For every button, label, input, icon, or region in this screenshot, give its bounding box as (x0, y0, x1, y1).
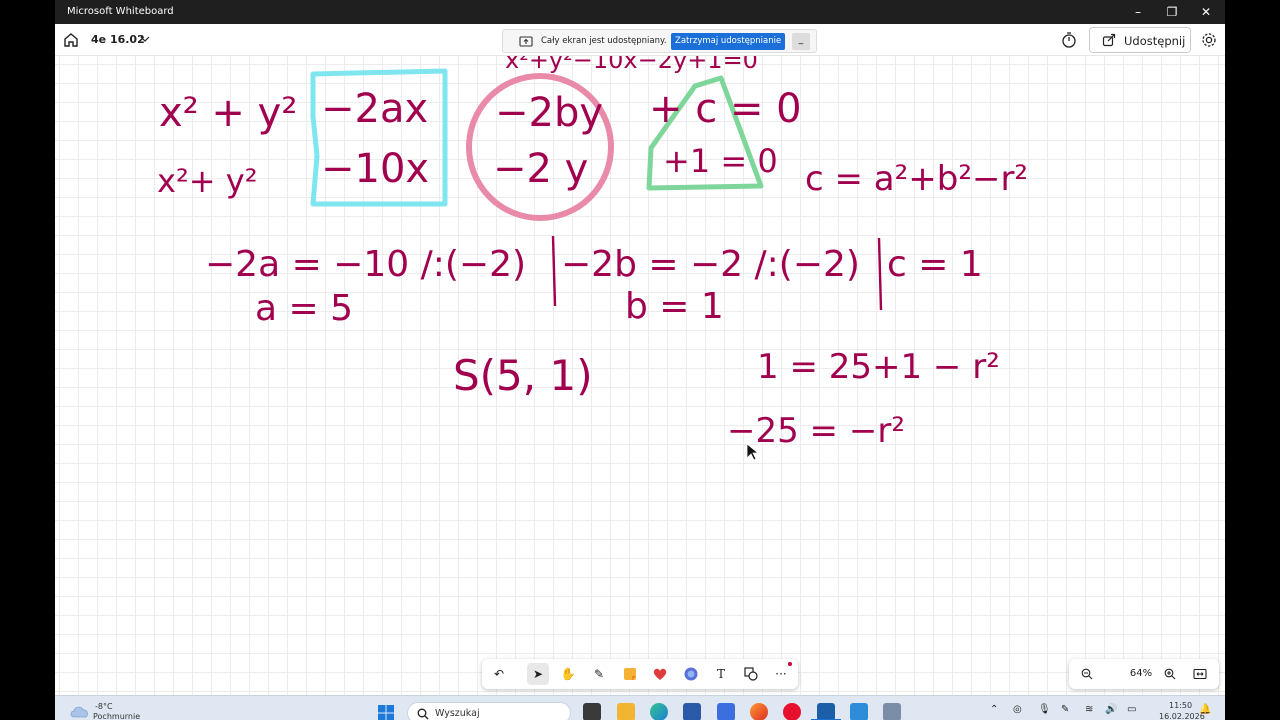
minimize-button[interactable]: – (1121, 0, 1155, 24)
task-view-icon[interactable] (583, 703, 601, 720)
opera-icon[interactable] (783, 703, 801, 720)
reactions-icon[interactable] (649, 663, 671, 685)
battery-icon[interactable]: ▭ (1127, 704, 1136, 715)
share-label: Udostępnij (1124, 34, 1186, 48)
weather-description: Pochmurnie (93, 712, 141, 720)
undo-icon[interactable]: ↶ (488, 663, 510, 685)
ink-formula-c: c = a²+b²−r² (805, 159, 1028, 199)
weather-temperature: -8°C (95, 702, 113, 711)
zoom-level[interactable]: 64% (1121, 668, 1161, 679)
ink-center-point: S(5, 1) (453, 351, 593, 400)
window-title: Microsoft Whiteboard (67, 6, 174, 17)
ink-line4-part1: a = 5 (255, 288, 353, 329)
board-title[interactable]: 4e 16.02 (91, 33, 145, 46)
title-bar: Microsoft Whiteboard – ❐ ✕ (55, 0, 1225, 24)
whiteboard-canvas[interactable]: x²+y²−10x−2y+1=0 x² + y² −2ax −2by + c =… (55, 56, 1225, 695)
stop-sharing-button[interactable]: Zatrzymaj udostępnianie (671, 33, 786, 50)
ink-line1-part1: x² + y² (159, 90, 297, 136)
cloud-icon (70, 706, 88, 718)
ink-line4-part2: b = 1 (625, 286, 724, 327)
ink-equation-2: −25 = −r² (727, 411, 905, 451)
clock-time[interactable]: 11:50 (1169, 701, 1192, 710)
sticky-note-icon[interactable] (619, 663, 641, 685)
shapes-icon[interactable] (740, 663, 762, 685)
ink-separator-2 (877, 237, 883, 311)
screen-share-icon (519, 36, 533, 47)
zoom-controls: 64% (1069, 659, 1219, 689)
ink-line2-part4: +1 = 0 (663, 142, 778, 180)
snipping-tool-icon[interactable] (883, 703, 901, 720)
search-icon (417, 708, 429, 720)
ink-equation-1: 1 = 25+1 − r² (757, 347, 1000, 387)
chevron-up-icon[interactable]: ⌃ (990, 704, 998, 715)
windows-taskbar: -8°C Pochmurnie Wyszukaj ⌃ ◎ 🎙 ✎ ≋ 🔊 ▭ 1… (55, 695, 1225, 720)
firefox-icon[interactable] (750, 703, 768, 720)
ink-separator-1 (551, 235, 557, 307)
windows-start-icon[interactable] (377, 704, 395, 720)
security-icon[interactable]: ◎ (1013, 704, 1022, 715)
store-icon[interactable] (683, 703, 701, 720)
ink-line2-part2: −10x (321, 146, 429, 192)
ink-line1-part2: −2ax (321, 86, 428, 132)
fit-to-screen-icon[interactable] (1191, 665, 1209, 683)
zoom-out-icon[interactable] (1078, 665, 1096, 683)
share-button[interactable]: Udostępnij (1089, 27, 1191, 53)
notes-app-icon[interactable] (850, 703, 868, 720)
share-icon (1102, 33, 1116, 47)
sharing-message: Cały ekran jest udostępniany. (541, 36, 667, 46)
home-icon[interactable] (61, 30, 81, 50)
ink-line2-part1: x²+ y² (157, 162, 258, 200)
ink-line3-part1: −2a = −10 /:(−2) (205, 244, 526, 285)
search-placeholder: Wyszukaj (435, 708, 480, 719)
ink-line2-part3: −2 y (493, 146, 588, 192)
hand-icon[interactable]: ✋ (557, 663, 579, 685)
ink-line-top: x²+y²−10x−2y+1=0 (505, 56, 758, 74)
close-button[interactable]: ✕ (1189, 0, 1223, 24)
restore-button[interactable]: ❐ (1155, 0, 1189, 24)
select-icon[interactable]: ➤ (527, 663, 549, 685)
text-icon[interactable]: T (710, 663, 732, 685)
taskbar-search-input[interactable]: Wyszukaj (407, 702, 571, 720)
notification-dot (788, 662, 792, 666)
whiteboard-window: Microsoft Whiteboard – ❐ ✕ 4e 16.02 Udos… (55, 0, 1225, 720)
timer-icon[interactable] (1059, 30, 1079, 50)
file-explorer-icon[interactable] (617, 703, 635, 720)
microphone-icon[interactable]: 🎙 (1038, 704, 1051, 715)
whiteboard-app-icon[interactable] (817, 703, 835, 720)
screen-sharing-bar: Cały ekran jest udostępniany. Zatrzymaj … (502, 29, 817, 53)
edge-browser-icon[interactable] (650, 703, 668, 720)
volume-icon[interactable]: 🔊 (1105, 704, 1117, 715)
ink-line1-part4: + c = 0 (649, 86, 802, 132)
settings-gear-icon[interactable] (1199, 30, 1219, 50)
pen-tray-icon[interactable]: ✎ (1061, 704, 1069, 715)
bottom-toolbar: ↶ ➤ ✋ ✎ T ··· (482, 659, 798, 689)
zoom-in-icon[interactable] (1161, 665, 1179, 683)
ink-line1-part3: −2by (495, 90, 603, 136)
pen-icon[interactable]: ✎ (588, 663, 610, 685)
ink-line3-part2: −2b = −2 /:(−2) (561, 244, 860, 285)
more-icon[interactable]: ··· (770, 663, 792, 685)
sharing-minimize-button[interactable]: _ (792, 33, 810, 50)
app-icon-blue[interactable] (717, 703, 735, 720)
comments-icon[interactable] (680, 663, 702, 685)
ink-line3-part3: c = 1 (887, 244, 983, 285)
notifications-icon[interactable]: 🔔 (1199, 704, 1211, 715)
ink-layer: x²+y²−10x−2y+1=0 x² + y² −2ax −2by + c =… (157, 56, 1028, 461)
chevron-down-icon[interactable] (139, 33, 151, 45)
clock-date[interactable]: 16.02.2026 (1159, 712, 1205, 720)
wifi-icon[interactable]: ≋ (1085, 704, 1093, 715)
